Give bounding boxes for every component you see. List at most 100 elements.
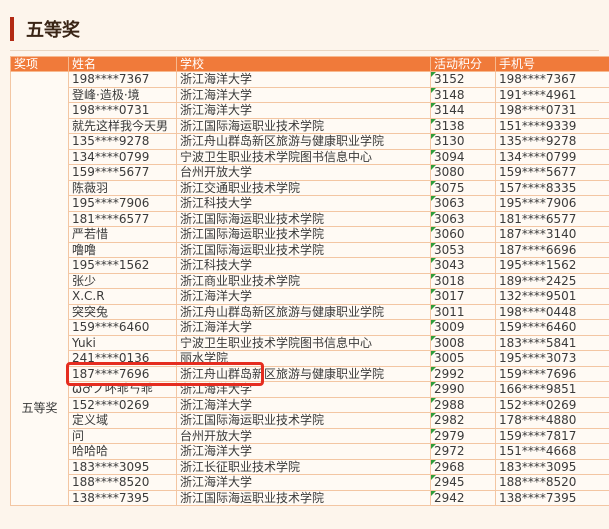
phone-cell: 195****1562 [495, 257, 609, 274]
phone-cell: 178****4880 [495, 412, 609, 429]
phone-cell: 195****3073 [495, 350, 609, 367]
divider [10, 50, 599, 51]
phone-cell: 198****0448 [495, 303, 609, 320]
score-cell: 2990 [430, 381, 496, 398]
score-cell: 3152 [430, 71, 496, 88]
school-cell: 宁波卫生职业技术学院图书信息中心 [176, 334, 431, 351]
phone-cell: 198****7367 [495, 71, 609, 88]
school-cell: 浙江海洋大学 [176, 474, 431, 491]
name-cell: 噜噜 [68, 241, 177, 258]
score-cell: 2982 [430, 412, 496, 429]
school-cell: 浙江商业职业技术学院 [176, 272, 431, 289]
table-row: 定义域 浙江国际海运职业技术学院 2982 178****4880 [11, 412, 609, 429]
table-row: 哈哈哈 浙江海洋大学 2972 151****4668 [11, 443, 609, 460]
school-cell: 浙江科技大学 [176, 257, 431, 274]
score-cell: 3130 [430, 133, 496, 150]
phone-cell: 187****6696 [495, 241, 609, 258]
phone-cell: 195****7906 [495, 195, 609, 212]
phone-cell: 166****9851 [495, 381, 609, 398]
name-cell: 187****7696 [68, 365, 177, 382]
score-cell: 2992 [430, 365, 496, 382]
name-cell: 严若惜 [68, 226, 177, 243]
school-cell: 浙江国际海运职业技术学院 [176, 210, 431, 227]
name-cell: 登峰·造极·境 [68, 86, 177, 103]
school-cell: 浙江国际海运职业技术学院 [176, 412, 431, 429]
score-cell: 2945 [430, 474, 496, 491]
table-row: 195****7906 浙江科技大学 3063 195****7906 [11, 195, 609, 212]
name-cell: Yuki [68, 334, 177, 351]
score-cell: 2968 [430, 458, 496, 475]
school-cell: 宁波卫生职业技术学院图书信息中心 [176, 148, 431, 165]
school-cell: 丽水学院 [176, 350, 431, 367]
name-cell: 159****5677 [68, 164, 177, 181]
phone-cell: 183****5841 [495, 334, 609, 351]
score-cell: 2988 [430, 396, 496, 413]
school-cell: 浙江国际海运职业技术学院 [176, 117, 431, 134]
table-row: 183****3095 浙江长征职业技术学院 2968 183****3095 [11, 458, 609, 475]
name-cell: 突突兔 [68, 303, 177, 320]
name-cell: 问 [68, 427, 177, 444]
table-row: 登峰·造极·境 浙江海洋大学 3148 191****4961 [11, 86, 609, 103]
school-cell: 浙江国际海运职业技术学院 [176, 226, 431, 243]
name-cell: 134****0799 [68, 148, 177, 165]
score-cell: 3060 [430, 226, 496, 243]
score-cell: 3075 [430, 179, 496, 196]
name-cell: 张少 [68, 272, 177, 289]
score-cell: 3144 [430, 102, 496, 119]
phone-cell: 159****6460 [495, 319, 609, 336]
name-cell: 定义域 [68, 412, 177, 429]
table-row: 陈薇羽 浙江交通职业技术学院 3075 157****8335 [11, 179, 609, 196]
phone-cell: 151****9339 [495, 117, 609, 134]
table-row: 195****1562 浙江科技大学 3043 195****1562 [11, 257, 609, 274]
school-cell: 浙江舟山群岛新区旅游与健康职业学院 [176, 303, 431, 320]
table-row: 241****0136 丽水学院 3005 195****3073 [11, 350, 609, 367]
name-cell: 135****9278 [68, 133, 177, 150]
name-cell: 就先这样我今天男 [68, 117, 177, 134]
table-row: 严若惜 浙江国际海运职业技术学院 3060 187****3140 [11, 226, 609, 243]
table-row: 张少 浙江商业职业技术学院 3018 189****2425 [11, 272, 609, 289]
name-cell: 陈薇羽 [68, 179, 177, 196]
table-row: ω♂ノ吥乖ㄣ乖 浙江海洋大学 2990 166****9851 [11, 381, 609, 398]
phone-cell: 151****4668 [495, 443, 609, 460]
name-cell: 195****1562 [68, 257, 177, 274]
school-cell: 浙江海洋大学 [176, 319, 431, 336]
phone-cell: 135****9278 [495, 133, 609, 150]
school-cell: 浙江海洋大学 [176, 381, 431, 398]
awards-table: 奖项 姓名 学校 活动积分 手机号 五等奖 198****7367 浙江海洋大学 31… [10, 56, 609, 506]
table-row: 138****7395 浙江国际海运职业技术学院 2942 138****7395 [11, 489, 609, 506]
name-cell: 159****6460 [68, 319, 177, 336]
name-cell: 181****6577 [68, 210, 177, 227]
table-row: 突突兔 浙江舟山群岛新区旅游与健康职业学院 3011 198****0448 [11, 303, 609, 320]
name-cell: 152****0269 [68, 396, 177, 413]
column-header-phone: 手机号 [495, 56, 609, 72]
column-header-score: 活动积分 [430, 56, 496, 72]
score-cell: 3063 [430, 195, 496, 212]
school-cell: 浙江国际海运职业技术学院 [176, 489, 431, 506]
table-row: 135****9278 浙江舟山群岛新区旅游与健康职业学院 3130 135****9… [11, 133, 609, 150]
table-row: X.C.R 浙江海洋大学 3017 132****9501 [11, 288, 609, 305]
school-cell: 浙江舟山群岛新区旅游与健康职业学院 [176, 365, 431, 382]
name-cell: 198****0731 [68, 102, 177, 119]
heading-accent-bar [10, 17, 14, 41]
school-cell: 台州开放大学 [176, 427, 431, 444]
school-cell: 浙江海洋大学 [176, 86, 431, 103]
name-cell: 183****3095 [68, 458, 177, 475]
table-row: 188****8520 浙江海洋大学 2945 188****8520 [11, 474, 609, 491]
table-row: 181****6577 浙江国际海运职业技术学院 3063 181****6577 [11, 210, 609, 227]
school-cell: 台州开放大学 [176, 164, 431, 181]
score-cell: 3011 [430, 303, 496, 320]
score-cell: 3053 [430, 241, 496, 258]
score-cell: 2972 [430, 443, 496, 460]
phone-cell: 191****4961 [495, 86, 609, 103]
phone-cell: 132****9501 [495, 288, 609, 305]
table-row: 187****7696 浙江舟山群岛新区旅游与健康职业学院 2992 159****7… [11, 365, 609, 382]
name-cell: 188****8520 [68, 474, 177, 491]
table-row: 就先这样我今天男 浙江国际海运职业技术学院 3138 151****9339 [11, 117, 609, 134]
phone-cell: 159****7817 [495, 427, 609, 444]
name-cell: 241****0136 [68, 350, 177, 367]
score-cell: 3008 [430, 334, 496, 351]
score-cell: 3094 [430, 148, 496, 165]
school-cell: 浙江海洋大学 [176, 443, 431, 460]
section-heading: 五等奖 [10, 14, 80, 44]
score-cell: 3009 [430, 319, 496, 336]
